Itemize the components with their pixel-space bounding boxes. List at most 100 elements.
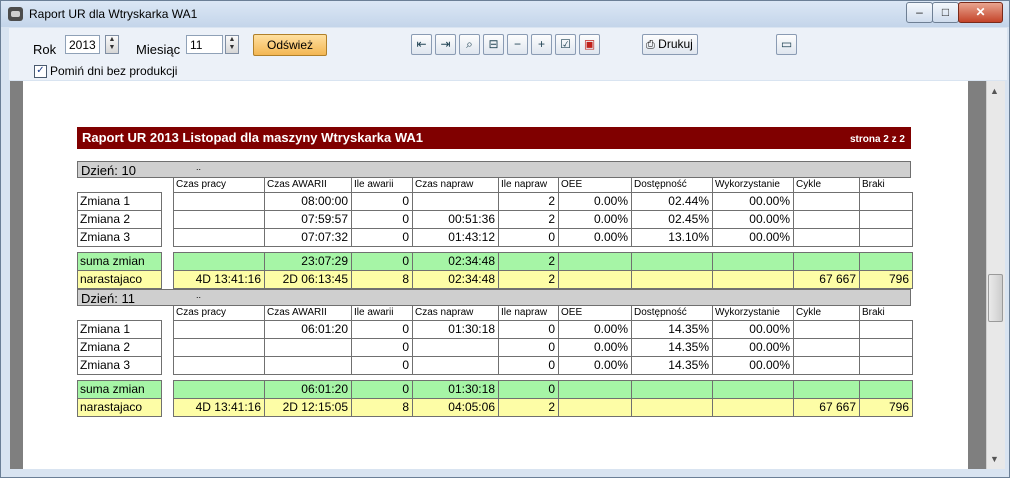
column-header: Ile napraw bbox=[498, 306, 558, 320]
cumulative-cell: 2 bbox=[498, 398, 559, 417]
day-label: Dzień: 10 bbox=[81, 163, 136, 178]
cumulative-cell: 8 bbox=[351, 270, 413, 289]
miesiac-input[interactable]: 11 bbox=[186, 35, 223, 54]
shift-label: Zmiana 1 bbox=[77, 320, 162, 339]
zoom-in-icon[interactable]: + bbox=[531, 34, 552, 55]
zoom-out-icon[interactable]: − bbox=[507, 34, 528, 55]
export-pdf-icon[interactable]: ▣ bbox=[579, 34, 600, 55]
cumulative-cell: 02:34:48 bbox=[412, 270, 499, 289]
table-cell: 0.00% bbox=[558, 192, 632, 211]
table-cell bbox=[793, 338, 860, 357]
sum-cell bbox=[712, 380, 794, 399]
cumulative-cell: 04:05:06 bbox=[412, 398, 499, 417]
shift-label: Zmiana 2 bbox=[77, 210, 162, 229]
app-icon bbox=[8, 7, 23, 21]
column-header: Czas pracy bbox=[173, 178, 264, 192]
table-cell: 0 bbox=[351, 192, 413, 211]
table-cell bbox=[173, 356, 265, 375]
table-cell: 2 bbox=[498, 210, 559, 229]
column-header: Cykle bbox=[793, 178, 859, 192]
table-cell bbox=[264, 356, 352, 375]
window-view-icon[interactable]: ▭ bbox=[776, 34, 797, 55]
sum-cell bbox=[793, 380, 860, 399]
print-button[interactable]: ⎙ Drukuj bbox=[642, 34, 698, 55]
page-indicator: strona 2 z 2 bbox=[849, 134, 905, 145]
table-cell bbox=[173, 228, 265, 247]
table-cell bbox=[793, 192, 860, 211]
table-cell: 08:00:00 bbox=[264, 192, 352, 211]
cumulative-cell bbox=[712, 270, 794, 289]
table-cell: 0.00% bbox=[558, 210, 632, 229]
day-label: Dzień: 11 bbox=[81, 291, 135, 306]
skip-days-checkbox[interactable]: ✓ bbox=[34, 65, 47, 78]
cumulative-cell bbox=[558, 398, 632, 417]
column-header: Ile awarii bbox=[351, 306, 412, 320]
table-cell: 00:51:36 bbox=[412, 210, 499, 229]
close-button[interactable]: ✕ bbox=[958, 2, 1003, 23]
day-header: Dzień: 11.. bbox=[77, 289, 911, 306]
table-cell: 00.00% bbox=[712, 192, 794, 211]
sum-label: suma zmian bbox=[77, 252, 162, 271]
column-header: Dostępność bbox=[631, 306, 712, 320]
table-cell: 0.00% bbox=[558, 228, 632, 247]
rok-input[interactable]: 2013 bbox=[65, 35, 100, 54]
miesiac-spinner[interactable]: ▲ ▼ bbox=[225, 35, 239, 54]
table-cell: 14.35% bbox=[631, 356, 713, 375]
refresh-button[interactable]: Odśwież bbox=[253, 34, 327, 56]
column-header: Wykorzystanie bbox=[712, 178, 793, 192]
column-header: Czas AWARII bbox=[264, 306, 351, 320]
report-title: Raport UR 2013 Listopad dla maszyny Wtry… bbox=[82, 130, 424, 145]
column-header: Czas napraw bbox=[412, 178, 498, 192]
table-cell bbox=[859, 356, 913, 375]
table-cell bbox=[793, 320, 860, 339]
cumulative-cell: 796 bbox=[859, 270, 913, 289]
table-cell: 0.00% bbox=[558, 356, 632, 375]
day-dots: .. bbox=[196, 162, 202, 172]
table-cell: 07:07:32 bbox=[264, 228, 352, 247]
table-cell: 01:30:18 bbox=[412, 320, 499, 339]
rok-spinner[interactable]: ▲ ▼ bbox=[105, 35, 119, 54]
table-cell: 00.00% bbox=[712, 338, 794, 357]
scroll-up-icon[interactable]: ▲ bbox=[990, 86, 999, 96]
zoom-page-icon[interactable]: ⌕ bbox=[459, 34, 480, 55]
scroll-thumb[interactable] bbox=[988, 274, 1003, 322]
last-page-icon[interactable]: ⇥ bbox=[435, 34, 456, 55]
cumulative-cell: 796 bbox=[859, 398, 913, 417]
table-cell: 01:43:12 bbox=[412, 228, 499, 247]
sum-cell bbox=[631, 252, 713, 271]
table-cell bbox=[793, 356, 860, 375]
cumulative-cell: 67 667 bbox=[793, 270, 860, 289]
scroll-down-icon[interactable]: ▼ bbox=[990, 454, 999, 464]
miesiac-label: Miesiąc bbox=[136, 42, 181, 57]
table-cell bbox=[412, 192, 499, 211]
sum-cell: 0 bbox=[351, 380, 413, 399]
table-cell: 0 bbox=[351, 320, 413, 339]
minimize-button[interactable]: – bbox=[906, 2, 933, 23]
zoom-width-icon[interactable]: ⊟ bbox=[483, 34, 504, 55]
table-cell: 0.00% bbox=[558, 338, 632, 357]
column-header: Czas napraw bbox=[412, 306, 498, 320]
column-header: Braki bbox=[859, 306, 912, 320]
sum-cell bbox=[173, 380, 265, 399]
printer-icon: ⎙ bbox=[646, 39, 655, 51]
table-cell bbox=[859, 228, 913, 247]
sum-cell: 06:01:20 bbox=[264, 380, 352, 399]
shift-label: Zmiana 2 bbox=[77, 338, 162, 357]
table-cell: 0 bbox=[351, 228, 413, 247]
window-title: Raport UR dla Wtryskarka WA1 bbox=[29, 7, 198, 21]
maximize-button[interactable]: □ bbox=[932, 2, 959, 23]
report-page: Raport UR 2013 Listopad dla maszyny Wtry… bbox=[23, 81, 968, 469]
sum-cell bbox=[859, 380, 913, 399]
export-excel-icon[interactable]: ☑ bbox=[555, 34, 576, 55]
cumulative-label: narastajaco bbox=[77, 270, 162, 289]
sum-cell: 0 bbox=[351, 252, 413, 271]
cumulative-cell: 8 bbox=[351, 398, 413, 417]
sum-cell bbox=[173, 252, 265, 271]
title-bar[interactable]: Raport UR dla Wtryskarka WA1 – □ ✕ bbox=[1, 1, 1009, 27]
sum-cell bbox=[859, 252, 913, 271]
cumulative-cell: 2D 06:13:45 bbox=[264, 270, 352, 289]
table-cell bbox=[173, 320, 265, 339]
first-page-icon[interactable]: ⇤ bbox=[411, 34, 432, 55]
vertical-scrollbar[interactable]: ▲ ▼ bbox=[986, 81, 1005, 469]
cumulative-cell bbox=[631, 270, 713, 289]
